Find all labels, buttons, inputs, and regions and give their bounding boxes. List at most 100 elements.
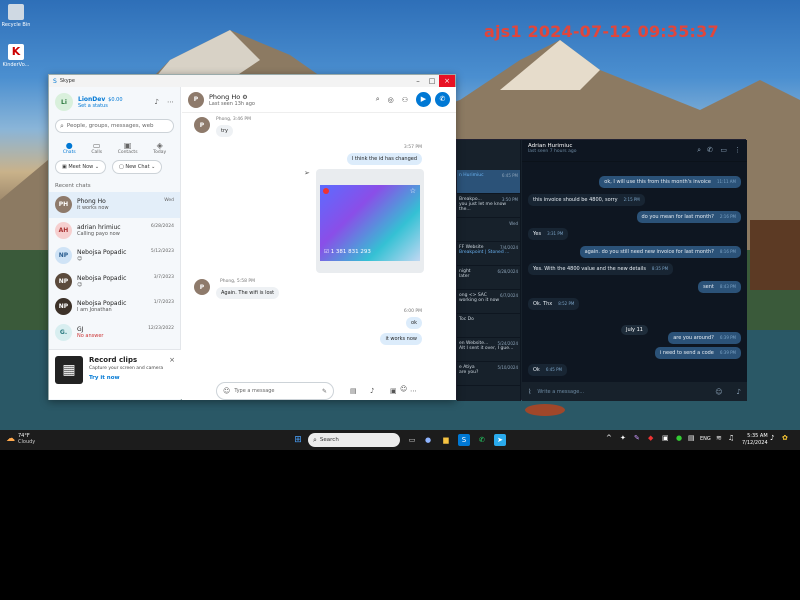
skype-taskbar-icon[interactable]: S — [458, 434, 470, 446]
language-indicator[interactable]: ENG — [700, 436, 711, 442]
taskbar: ☁ 74°F Cloudy ⊞ ⌕ Search ▭ ● ▆ S ✆ ➤ ^ ✦… — [0, 430, 800, 450]
audio-call-button[interactable]: ✆ — [435, 92, 450, 107]
whatsapp-icon[interactable]: ✆ — [476, 434, 488, 446]
chat-list-item[interactable]: NP Nebojsa Popadic I am Jonathan 1/7/2023 — [49, 294, 180, 320]
contact-card-icon[interactable]: ▣ — [390, 387, 397, 395]
tab-chats[interactable]: ● Chats — [63, 141, 76, 155]
emoji-icon[interactable]: ☺ — [400, 385, 407, 393]
weather-widget[interactable]: ☁ 74°F Cloudy — [6, 433, 35, 445]
minimize-icon[interactable]: – — [411, 75, 425, 87]
phone-icon[interactable]: ✆ — [707, 146, 713, 154]
set-status-link[interactable]: Set a status — [78, 103, 123, 109]
app-icon: K — [8, 44, 24, 60]
search-icon: ⌕ — [60, 121, 64, 130]
list-item[interactable]: Breakpo... 3:50 PM you just let me know th… — [457, 194, 520, 218]
avatar: NP — [55, 247, 72, 265]
profile-header[interactable]: Li LionDev $0.00 Set a status ♪ ⋯ — [49, 87, 180, 115]
tab-calls[interactable]: ▭ Calls — [91, 141, 102, 155]
telegram-taskbar-icon[interactable]: ➤ — [494, 434, 506, 446]
contact-name[interactable]: Phong Ho — [209, 93, 240, 101]
list-item[interactable]: en Website... 5/24/2024 Alt I sent it over… — [457, 338, 520, 362]
more-icon[interactable]: ⋯ — [167, 98, 174, 106]
telegram-message: this invoice should be 4800, sorry 2:15 P… — [528, 194, 645, 206]
clapperboard-icon: ▦ — [55, 356, 83, 384]
gallery-icon[interactable]: ◎ — [388, 96, 394, 104]
wifi-icon[interactable]: ≋ — [716, 434, 722, 442]
list-item[interactable]: ong <> SAC 6/7/2024 working on it now — [457, 290, 520, 314]
list-item[interactable]: night 6/28/2024 later — [457, 266, 520, 290]
bell-icon[interactable]: ♪ — [770, 434, 774, 442]
task-view-icon[interactable]: ▭ — [406, 434, 418, 446]
telegram-message: do you mean for last month? 2:16 PM — [636, 211, 741, 223]
copilot-icon[interactable]: ✿ — [782, 434, 788, 442]
start-icon[interactable]: ⊞ — [292, 434, 304, 446]
telegram-message-input[interactable]: Write a message... — [537, 389, 584, 395]
shared-image[interactable]: ☆ ☑ 1 381 831 293 — [316, 169, 424, 273]
app-desktop-icon[interactable]: K KinderVo... — [0, 44, 32, 68]
new-chat-button[interactable]: ▢ New Chat ⌄ — [112, 160, 163, 174]
file-explorer-icon[interactable]: ▆ — [440, 434, 452, 446]
message-input[interactable]: ☺ Type a message ✎ — [216, 382, 334, 400]
list-item[interactable]: e Atiya 5/10/2024 are you? — [457, 362, 520, 386]
search-icon[interactable]: ⌕ — [697, 146, 701, 155]
chat-list-item[interactable]: G. GJ No answer 12/23/2022 — [49, 320, 180, 346]
video-call-button[interactable]: ▶ — [416, 92, 431, 107]
meet-now-button[interactable]: ▣ Meet Now ⌄ — [55, 160, 107, 174]
tray-icon[interactable]: ✦ — [620, 434, 626, 442]
microphone-icon[interactable]: ♪ — [370, 387, 374, 395]
tab-today[interactable]: ◈ Today — [153, 141, 166, 155]
chat-app-icon[interactable]: ● — [422, 434, 434, 446]
try-it-now-link[interactable]: Try it now — [89, 375, 169, 381]
main-tabs: ● Chats ▭ Calls ▣ Contacts ◈ Today — [49, 137, 180, 157]
avatar: P — [194, 279, 210, 295]
taskbar-search[interactable]: ⌕ Search — [308, 433, 400, 447]
avatar: P — [194, 117, 210, 133]
file-icon[interactable]: ▤ — [350, 387, 357, 395]
telegram-message: again. do you still need new invoice for… — [579, 246, 741, 258]
telegram-chat-list: n Hurimiuc 6:45 PM Breakpo... 3:50 PM you j… — [457, 140, 521, 401]
list-item[interactable]: Toc Do — [457, 314, 520, 338]
avatar: NP — [55, 272, 72, 290]
sidebar-icon[interactable]: ▭ — [720, 146, 727, 154]
bell-icon[interactable]: ♪ — [155, 98, 159, 106]
tray-icon[interactable]: ▣ — [662, 434, 669, 442]
close-icon[interactable]: × — [439, 75, 455, 87]
today-icon: ◈ — [156, 141, 163, 150]
anydesk-card: ☆ ☑ 1 381 831 293 — [320, 185, 420, 261]
tray-icon[interactable]: ◆ — [648, 434, 653, 442]
attach-icon[interactable]: ⌇ — [528, 388, 531, 396]
chat-list-item[interactable]: NP Nebojsa Popadic 😉 3/7/2023 — [49, 269, 180, 295]
message-bubble: I think the id has changed — [346, 153, 422, 165]
avatar[interactable]: P — [188, 91, 204, 108]
emoji-icon[interactable]: ☺ — [715, 388, 722, 396]
chevron-up-icon[interactable]: ^ — [606, 434, 612, 442]
recycle-bin-icon — [8, 4, 24, 20]
list-item[interactable]: n Hurimiuc 6:45 PM — [457, 170, 520, 194]
forward-icon[interactable]: ➢ — [304, 169, 310, 177]
avatar: AH — [55, 221, 72, 239]
microphone-icon[interactable]: ♪ — [737, 388, 741, 396]
chat-list-item[interactable]: NP Nebojsa Popadic 😊 5/12/2023 — [49, 243, 180, 269]
maximize-icon[interactable]: □ — [425, 75, 439, 87]
tray-icon[interactable]: ▤ — [688, 434, 695, 442]
more-icon[interactable]: ⋮ — [734, 146, 741, 154]
list-item[interactable]: FF Website 7/4/2024 Breakpoint | Stoned ..… — [457, 242, 520, 266]
volume-icon[interactable]: ♫ — [728, 434, 734, 442]
pen-icon: ✎ — [321, 387, 327, 395]
close-icon[interactable]: × — [169, 356, 175, 384]
search-input[interactable]: ⌕ People, groups, messages, web — [55, 119, 174, 133]
tab-contacts[interactable]: ▣ Contacts — [118, 141, 138, 155]
chat-list-item[interactable]: PH Phong Ho it works now Wed — [49, 192, 180, 218]
recycle-bin-desktop-icon[interactable]: Recycle Bin — [0, 4, 32, 28]
list-item[interactable]: Wed — [457, 218, 520, 242]
gear-icon[interactable]: ⚙ — [242, 94, 247, 101]
chat-header: P Phong Ho ⚙ Last seen 13h ago ⌕ ◎ ⚇ ▶ ✆ — [182, 87, 456, 113]
search-icon[interactable]: ⌕ — [376, 95, 380, 104]
add-people-icon[interactable]: ⚇ — [402, 96, 408, 104]
chat-list-item[interactable]: AH adrian hrimiuc Calling payo now 6/28/2… — [49, 218, 180, 244]
app-icon — [323, 188, 329, 194]
more-icon[interactable]: ⋯ — [410, 387, 417, 395]
clock[interactable]: 5:35 AM 7/12/2024 — [742, 433, 768, 447]
pen-icon[interactable]: ✎ — [634, 434, 640, 442]
tray-icon[interactable]: ● — [676, 434, 682, 442]
